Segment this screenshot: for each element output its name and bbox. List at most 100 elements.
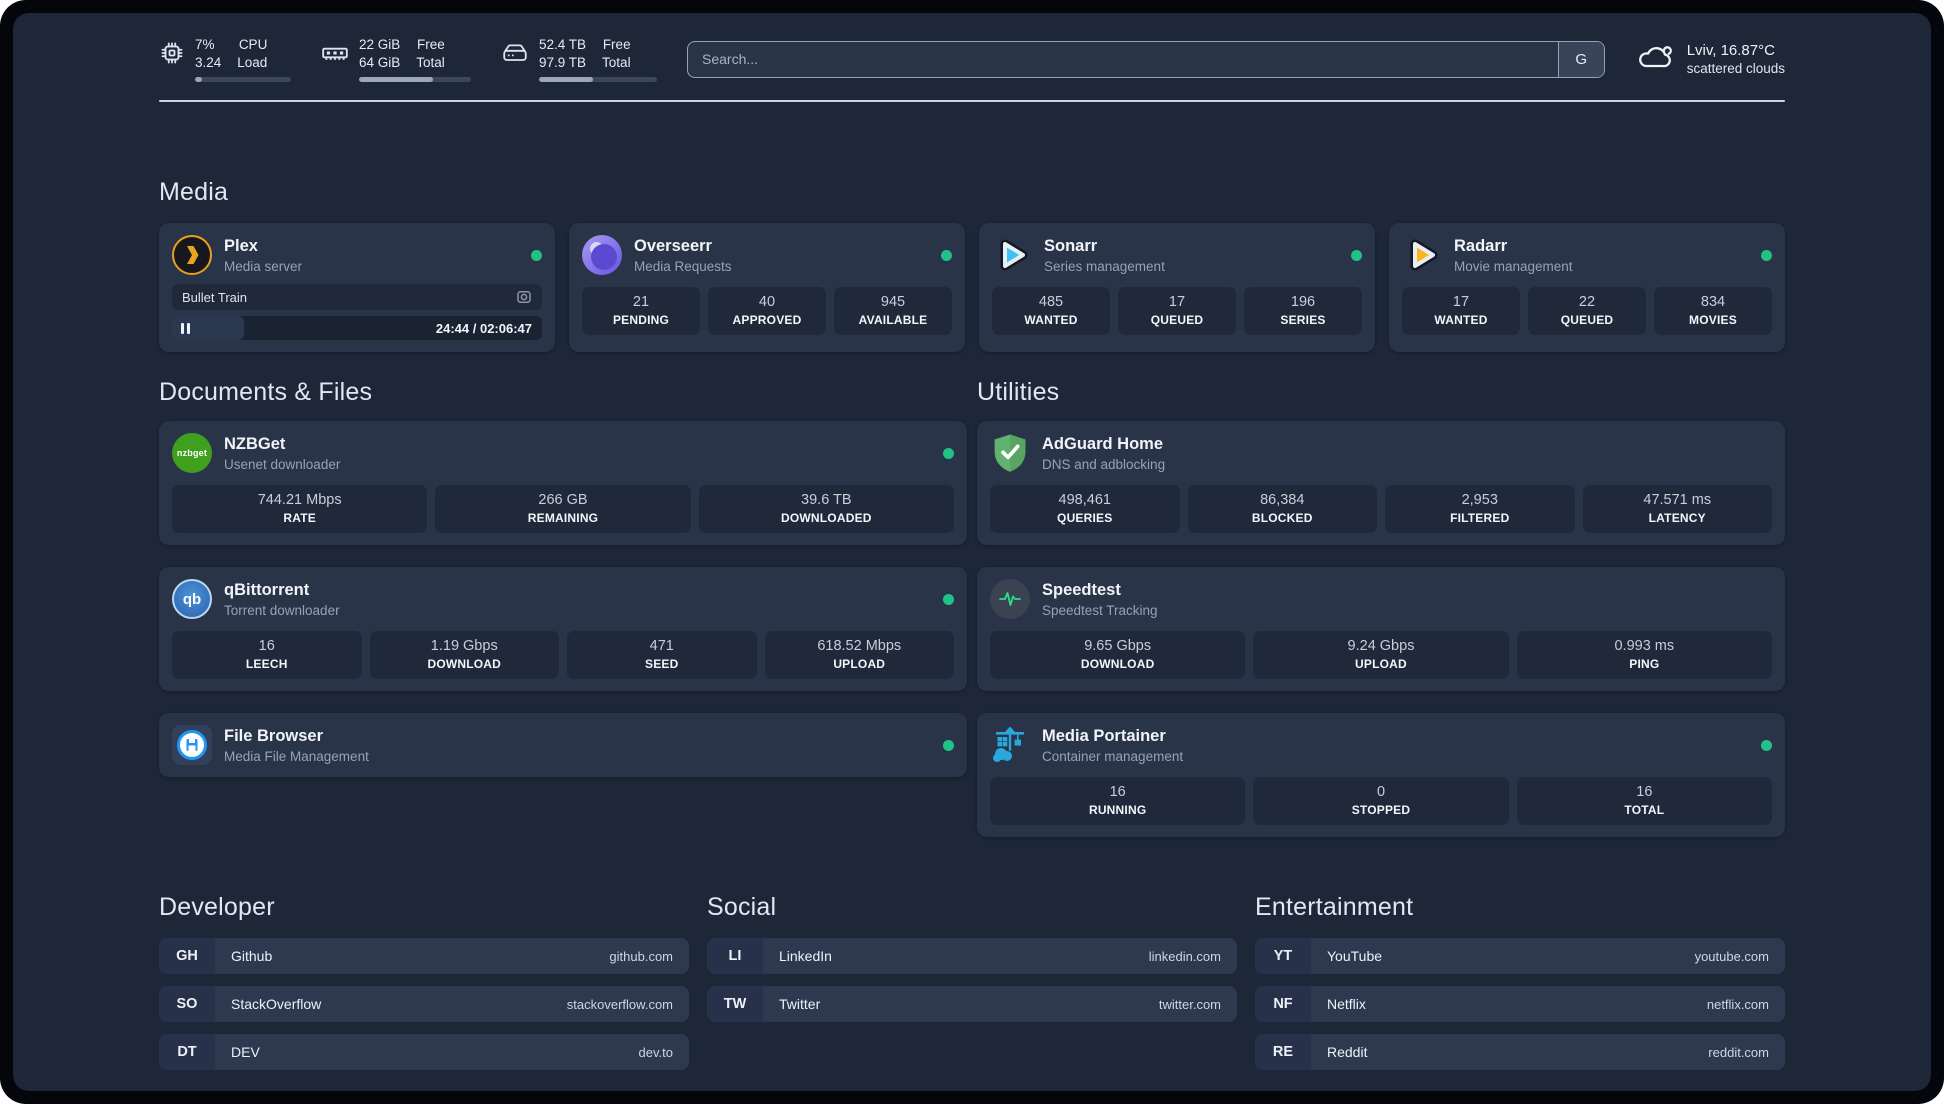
service-card-adguard[interactable]: AdGuard Home DNS and adblocking 498,461 … <box>977 421 1785 545</box>
service-card-overseerr[interactable]: Overseerr Media Requests 21 PENDING 40 A… <box>569 223 965 352</box>
cpu-load-label: Load <box>237 55 268 70</box>
service-subtitle: Movie management <box>1454 258 1573 274</box>
cpu-label: CPU <box>238 36 268 52</box>
bookmarks-entertainment: Entertainment YT YouTube youtube.com NF … <box>1255 893 1785 1082</box>
stat-available: 945 AVAILABLE <box>834 287 952 335</box>
ram-free-value: 22 GiB <box>359 36 401 52</box>
sonarr-icon <box>992 235 1032 275</box>
section-title-social: Social <box>707 893 777 921</box>
dashboard: 7% 3.24 CPU Load 22 GiB 64 GiB Free Tota… <box>13 13 1931 1091</box>
stat-upload: 618.52 Mbps UPLOAD <box>764 631 954 679</box>
service-subtitle: Container management <box>1042 748 1184 764</box>
stat-latency: 47.571 ms LATENCY <box>1582 485 1772 533</box>
bookmark-name: Netflix <box>1327 996 1366 1012</box>
section-title-entertainment: Entertainment <box>1255 893 1414 921</box>
bookmark-netflix[interactable]: NF Netflix netflix.com <box>1255 986 1785 1022</box>
service-card-qbittorrent[interactable]: qb qBittorrent Torrent downloader 16 LEE… <box>159 567 967 691</box>
service-title: qBittorrent <box>224 580 310 599</box>
search-engine-button[interactable]: G <box>1557 41 1604 77</box>
status-dot <box>943 447 954 459</box>
service-card-plex[interactable]: Plex Media server Bullet Train 24:44 / 0… <box>159 223 555 352</box>
bookmark-name: YouTube <box>1327 948 1383 964</box>
now-playing-title-bar[interactable]: Bullet Train <box>172 284 542 310</box>
stat-leech: 16 LEECH <box>172 631 362 679</box>
bookmark-abbr: GH <box>159 938 215 974</box>
bookmark-abbr: NF <box>1255 986 1311 1022</box>
service-subtitle: Media Requests <box>634 258 732 274</box>
overseerr-icon <box>582 235 622 275</box>
section-title-media: Media <box>159 178 229 206</box>
bookmark-url: dev.to <box>638 1044 673 1060</box>
service-subtitle: Media server <box>224 258 303 274</box>
session-icon <box>517 291 531 303</box>
bookmark-url: reddit.com <box>1708 1044 1769 1060</box>
adguard-icon <box>990 433 1030 473</box>
now-playing-title: Bullet Train <box>182 289 248 305</box>
service-card-portainer[interactable]: Media Portainer Container management 16 … <box>977 713 1785 837</box>
bookmark-abbr: RE <box>1255 1034 1311 1070</box>
bookmark-name: LinkedIn <box>779 948 832 964</box>
service-title: AdGuard Home <box>1042 434 1164 453</box>
utilities-column: Utilities AdGuard Home DNS and adblockin… <box>977 378 1785 837</box>
ram-total-label: Total <box>416 55 445 70</box>
stat-running: 16 RUNNING <box>990 777 1246 825</box>
memory-metric: 22 GiB 64 GiB Free Total <box>321 36 471 83</box>
disk-total-value: 97.9 TB <box>539 55 587 70</box>
bookmark-youtube[interactable]: YT YouTube youtube.com <box>1255 938 1785 974</box>
bookmark-reddit[interactable]: RE Reddit reddit.com <box>1255 1034 1785 1070</box>
status-dot <box>1761 249 1772 261</box>
search-engine-label: G <box>1575 50 1588 68</box>
stat-ping: 0.993 ms PING <box>1516 631 1772 679</box>
bookmark-abbr: TW <box>707 986 763 1022</box>
service-subtitle: Usenet downloader <box>224 456 341 472</box>
bookmark-abbr: LI <box>707 938 763 974</box>
bookmark-name: Twitter <box>779 996 821 1012</box>
search-input[interactable] <box>688 51 1558 67</box>
disk-free-value: 52.4 TB <box>539 36 587 52</box>
bookmark-github[interactable]: GH Github github.com <box>159 938 689 974</box>
bookmark-twitter[interactable]: TW Twitter twitter.com <box>707 986 1237 1022</box>
weather-widget[interactable]: Lviv, 16.87°C scattered clouds <box>1635 41 1785 78</box>
bookmark-abbr: DT <box>159 1034 215 1070</box>
ram-icon <box>321 40 349 71</box>
bookmark-linkedin[interactable]: LI LinkedIn linkedin.com <box>707 938 1237 974</box>
bookmark-url: stackoverflow.com <box>566 996 673 1012</box>
bookmark-stackoverflow[interactable]: SO StackOverflow stackoverflow.com <box>159 986 689 1022</box>
media-card-grid: Plex Media server Bullet Train 24:44 / 0… <box>159 223 1785 352</box>
service-subtitle: Series management <box>1044 258 1165 274</box>
nzbget-icon: nzbget <box>172 433 212 473</box>
stat-total: 16 TOTAL <box>1516 777 1772 825</box>
service-title: NZBGet <box>224 434 286 453</box>
stat-filtered: 2,953 FILTERED <box>1385 485 1575 533</box>
service-card-nzbget[interactable]: nzbget NZBGet Usenet downloader 744.21 M… <box>159 421 967 545</box>
window-frame: 7% 3.24 CPU Load 22 GiB 64 GiB Free Tota… <box>0 0 1944 1104</box>
service-card-filebrowser[interactable]: File Browser Media File Management <box>159 713 967 777</box>
service-card-radarr[interactable]: Radarr Movie management 17 WANTED 22 QUE… <box>1389 223 1785 352</box>
service-title: File Browser <box>224 726 324 745</box>
service-card-sonarr[interactable]: Sonarr Series management 485 WANTED 17 Q… <box>979 223 1375 352</box>
ram-free-label: Free <box>417 36 445 52</box>
playback-time: 24:44 / 02:06:47 <box>435 320 532 336</box>
stat-queries: 498,461 QUERIES <box>990 485 1180 533</box>
service-title: Radarr <box>1454 236 1508 255</box>
bookmark-dev[interactable]: DT DEV dev.to <box>159 1034 689 1070</box>
bookmark-name: StackOverflow <box>231 996 322 1012</box>
playback-progress-bar[interactable]: 24:44 / 02:06:47 <box>172 316 542 340</box>
stat-upload: 9.24 Gbps UPLOAD <box>1253 631 1509 679</box>
bookmark-url: netflix.com <box>1706 996 1769 1012</box>
bookmark-name: Github <box>231 948 273 964</box>
status-dot <box>943 593 954 605</box>
service-title: Speedtest <box>1042 580 1121 599</box>
stat-wanted: 485 WANTED <box>992 287 1110 335</box>
documents-column: Documents & Files nzbget NZBGet Usenet d… <box>159 378 967 837</box>
service-card-speedtest[interactable]: Speedtest Speedtest Tracking 9.65 Gbps D… <box>977 567 1785 691</box>
cpu-load-value: 3.24 <box>195 55 222 70</box>
service-title: Sonarr <box>1044 236 1098 255</box>
stat-queued: 22 QUEUED <box>1528 287 1646 335</box>
bookmarks-social: Social LI LinkedIn linkedin.com TW Twitt… <box>707 893 1237 1082</box>
stat-rate: 744.21 Mbps RATE <box>172 485 428 533</box>
status-dot <box>531 249 542 261</box>
stat-queued: 17 QUEUED <box>1118 287 1236 335</box>
service-subtitle: Torrent downloader <box>224 602 340 618</box>
disk-metric: 52.4 TB 97.9 TB Free Total <box>501 36 657 83</box>
